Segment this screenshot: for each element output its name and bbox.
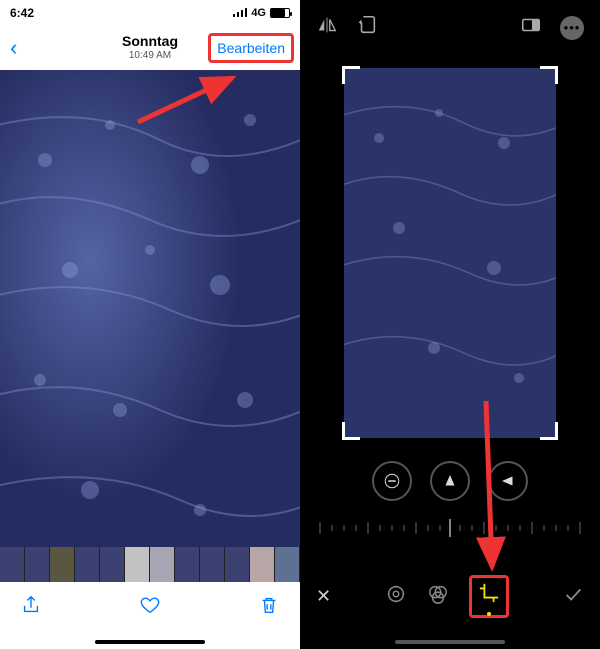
favorite-button[interactable]	[139, 594, 161, 621]
crop-button[interactable]	[469, 575, 509, 618]
status-bar: 6:42 4G	[0, 0, 300, 25]
vertical-button[interactable]	[430, 461, 470, 501]
photos-viewer: 6:42 4G ‹ Sonntag 10:49 AM Bearbeiten	[0, 0, 300, 649]
status-network: 4G	[251, 7, 266, 19]
flip-icon[interactable]	[316, 14, 338, 41]
back-button[interactable]: ‹	[10, 35, 17, 61]
signal-icon	[233, 8, 248, 17]
horizontal-button[interactable]	[488, 461, 528, 501]
cancel-button[interactable]: ✕	[316, 586, 331, 607]
home-indicator	[95, 640, 205, 644]
status-time: 6:42	[10, 6, 34, 20]
more-button[interactable]: •••	[560, 16, 584, 40]
adjust-row	[300, 461, 600, 501]
filters-button[interactable]	[427, 583, 449, 610]
photo-preview[interactable]	[0, 70, 300, 547]
nav-bar: ‹ Sonntag 10:49 AM Bearbeiten	[0, 25, 300, 70]
aspect-icon[interactable]	[520, 14, 542, 41]
edit-button[interactable]: Bearbeiten	[208, 33, 294, 63]
battery-icon	[270, 8, 290, 18]
photo-editor: •••	[300, 0, 600, 649]
thumbnail-strip[interactable]	[0, 547, 300, 582]
adjust-button[interactable]	[385, 583, 407, 610]
share-button[interactable]	[20, 594, 42, 621]
straighten-button[interactable]	[372, 461, 412, 501]
trash-button[interactable]	[258, 594, 280, 621]
nav-subtitle: 10:49 AM	[122, 50, 178, 61]
status-right: 4G	[233, 7, 290, 19]
nav-day: Sonntag	[122, 34, 178, 49]
editor-bottom-bar: ✕	[300, 571, 600, 621]
crop-frame[interactable]	[344, 68, 556, 438]
angle-dial[interactable]	[310, 513, 590, 543]
home-indicator	[395, 640, 505, 644]
rotate-icon[interactable]	[356, 14, 378, 41]
nav-title: Sonntag 10:49 AM	[122, 34, 178, 60]
bottom-toolbar	[0, 582, 300, 632]
editor-top-bar: •••	[300, 0, 600, 55]
done-button[interactable]	[562, 583, 584, 610]
